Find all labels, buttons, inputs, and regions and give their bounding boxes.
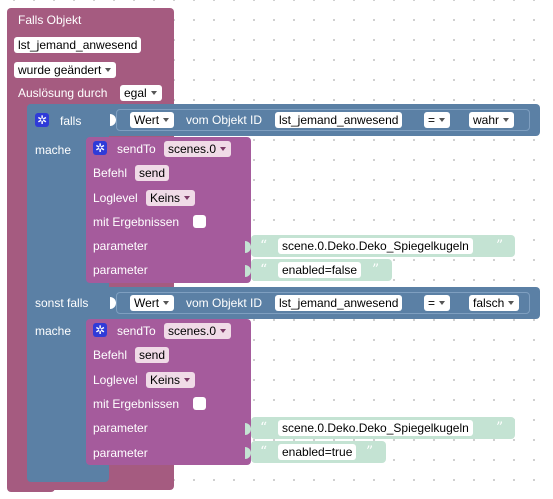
elseif-label: sonst falls [35,296,89,310]
param1-label: parameter [93,239,148,253]
cond1-value-dropdown[interactable]: wahr [469,112,515,128]
trigger-object-id-field[interactable]: lst_jemand_anwesend [14,37,142,53]
trigger-mode-label: Auslösung durch [18,86,108,100]
cond2-operator-dropdown[interactable]: = [424,295,451,311]
param2-label: parameter [93,446,148,460]
cond1-of-object-label: vom Objekt ID [186,113,263,127]
open-quote-icon: “ [260,420,268,436]
results-checkbox[interactable] [193,397,206,410]
results-label: mit Ergebnissen [93,215,180,229]
sendto-block-2[interactable] [86,319,251,465]
param1-value-field[interactable]: scene.0.Deko.Deko_Spiegelkugeln [278,238,473,254]
cond1-operator-dropdown[interactable]: = [424,112,451,128]
cond1-property-dropdown[interactable]: Wert [130,112,175,128]
close-quote-icon: ” [496,420,504,436]
close-quote-icon: ” [372,262,380,278]
do-label-2: mache [35,324,72,338]
loglevel-dropdown[interactable]: Keins [146,190,196,206]
trigger-condition-dropdown[interactable]: wurde geändert [14,62,117,78]
gear-icon[interactable]: ✲ [93,323,107,337]
sendto-label: sendTo [117,142,156,156]
param1-label: parameter [93,421,148,435]
open-quote-icon: “ [260,444,268,460]
do-label-1: mache [35,143,72,157]
loglevel-dropdown[interactable]: Keins [146,372,196,388]
cond2-property-dropdown[interactable]: Wert [130,295,175,311]
results-checkbox[interactable] [193,215,206,228]
param1-value-field[interactable]: scene.0.Deko.Deko_Spiegelkugeln [278,420,473,436]
gear-icon[interactable]: ✲ [93,141,107,155]
sendto-label: sendTo [117,324,156,338]
command-field[interactable]: send [135,347,170,363]
command-field[interactable]: send [135,165,170,181]
loglevel-label: Loglevel [93,373,138,387]
open-quote-icon: “ [260,238,268,254]
cond1-object-id-field[interactable]: lst_jemand_anwesend [275,112,403,128]
sendto-target-dropdown[interactable]: scenes.0 [164,141,232,157]
cond2-value-dropdown[interactable]: falsch [469,295,520,311]
close-quote-icon: ” [366,444,374,460]
close-quote-icon: ” [496,238,504,254]
trigger-title: Falls Objekt [18,13,82,27]
results-label: mit Ergebnissen [93,397,180,411]
cond2-object-id-field[interactable]: lst_jemand_anwesend [275,295,403,311]
open-quote-icon: “ [260,262,268,278]
loglevel-label: Loglevel [93,191,138,205]
trigger-mode-dropdown[interactable]: egal [120,85,162,101]
cond2-of-object-label: vom Objekt ID [186,296,263,310]
command-label: Befehl [93,166,128,180]
param2-value-field[interactable]: enabled=true [278,444,357,460]
if-label: falls [60,114,82,128]
command-label: Befehl [93,348,128,362]
param2-value-field[interactable]: enabled=false [278,262,362,278]
sendto-target-dropdown[interactable]: scenes.0 [164,323,232,339]
param2-label: parameter [93,263,148,277]
gear-icon[interactable]: ✲ [35,113,49,127]
